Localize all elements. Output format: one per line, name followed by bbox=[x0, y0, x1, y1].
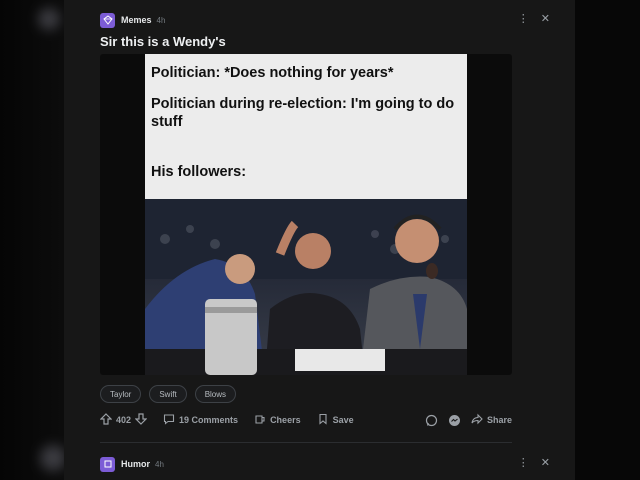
feed: Memes 4h ⋮ ✕ Sir this is a Wendy's Polit… bbox=[64, 0, 575, 480]
share-label: Share bbox=[486, 415, 512, 425]
post-age: 4h bbox=[155, 459, 164, 469]
post-age: 4h bbox=[156, 15, 166, 25]
cheers-label: Cheers bbox=[270, 415, 301, 425]
tag-chip[interactable]: Blows bbox=[194, 385, 237, 403]
right-backdrop bbox=[575, 0, 640, 480]
post-actions: 402 19 Comments Cheers Save Share bbox=[99, 412, 512, 428]
meme-line: Politician: *Does nothing for years* bbox=[151, 65, 394, 81]
post-title[interactable]: Sir this is a Wendy's bbox=[100, 34, 226, 49]
cheers-icon bbox=[254, 413, 266, 427]
more-options-icon[interactable]: ⋮ bbox=[518, 456, 529, 469]
share-button[interactable]: Share bbox=[471, 413, 512, 427]
comments-button[interactable]: 19 Comments bbox=[163, 413, 238, 427]
close-icon[interactable]: ✕ bbox=[541, 456, 550, 469]
subreddit-name[interactable]: Humor bbox=[121, 459, 150, 469]
cheers-button[interactable]: Cheers bbox=[254, 413, 301, 427]
save-button[interactable]: Save bbox=[317, 413, 354, 427]
subreddit-icon[interactable] bbox=[100, 456, 115, 472]
subreddit-name[interactable]: Memes bbox=[121, 15, 152, 25]
post-divider bbox=[100, 442, 512, 443]
post-image[interactable]: Politician: *Does nothing for years* Pol… bbox=[100, 54, 512, 375]
tag-list: Taylor Swift Blows bbox=[100, 385, 237, 403]
post-header: Humor 4h ⋮ ✕ bbox=[100, 456, 550, 472]
save-label: Save bbox=[332, 415, 354, 425]
more-options-icon[interactable]: ⋮ bbox=[518, 12, 529, 25]
vote-count: 402 bbox=[116, 415, 132, 425]
subreddit-icon[interactable] bbox=[100, 12, 115, 28]
whatsapp-icon[interactable] bbox=[425, 414, 438, 427]
meme-photo bbox=[145, 199, 467, 375]
close-icon[interactable]: ✕ bbox=[541, 12, 550, 25]
meme-line: His followers: bbox=[151, 164, 247, 180]
tag-chip[interactable]: Taylor bbox=[100, 385, 142, 403]
upvote-icon[interactable] bbox=[99, 413, 113, 427]
post-header: Memes 4h ⋮ ✕ bbox=[100, 12, 550, 28]
tag-chip[interactable]: Swift bbox=[149, 385, 187, 403]
comment-icon bbox=[163, 413, 175, 427]
share-icon bbox=[471, 413, 483, 427]
vote-control: 402 bbox=[99, 413, 148, 427]
bookmark-icon bbox=[317, 413, 329, 427]
left-backdrop bbox=[0, 0, 66, 480]
meme-line: Politician during re-election: I'm going… bbox=[151, 96, 455, 130]
meme-caption: Politician: *Does nothing for years* Pol… bbox=[145, 54, 467, 199]
messenger-icon[interactable] bbox=[448, 414, 461, 427]
downvote-icon[interactable] bbox=[134, 413, 148, 427]
comments-label: 19 Comments bbox=[179, 415, 239, 425]
